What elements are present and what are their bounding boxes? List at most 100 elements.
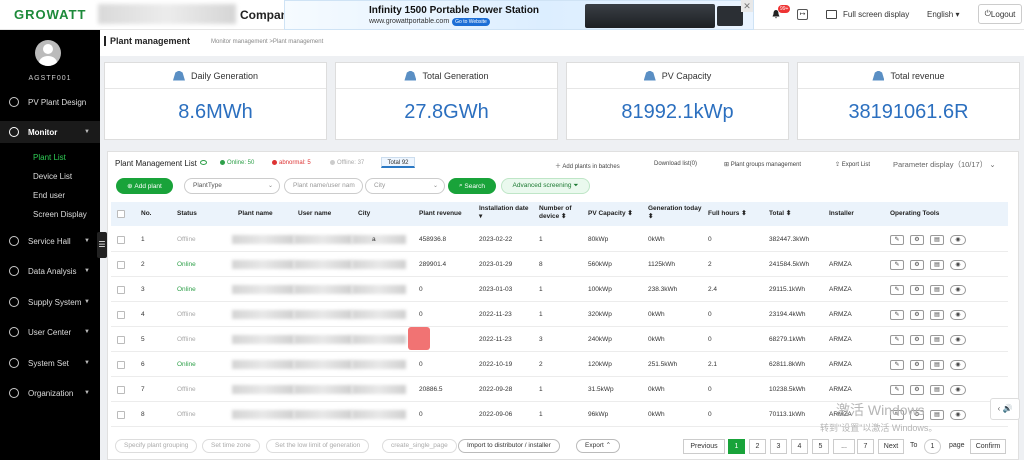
- page-4-button[interactable]: 4: [791, 439, 808, 454]
- settings-icon[interactable]: ⚙: [910, 310, 924, 320]
- set-low-limit-button[interactable]: Set the low limit of generation: [266, 439, 370, 453]
- settings-icon[interactable]: ⚙: [910, 385, 924, 395]
- page-2-button[interactable]: 2: [749, 439, 766, 454]
- col-city[interactable]: City: [358, 210, 370, 218]
- specify-grouping-button[interactable]: Specify plant grouping: [115, 439, 198, 453]
- plant-name-redacted[interactable]: [232, 260, 294, 269]
- sidebar-sub-device-list[interactable]: Device List: [33, 172, 72, 181]
- col-number-of-device[interactable]: Number of device ⬍: [539, 205, 584, 221]
- create-single-page-button[interactable]: create_single_page: [382, 439, 457, 453]
- col-plant-name[interactable]: Plant name: [238, 210, 273, 218]
- col-full-hours[interactable]: Full hours ⬍: [708, 210, 747, 218]
- document-icon[interactable]: ▤: [930, 260, 944, 270]
- view-icon[interactable]: ◉: [950, 260, 966, 270]
- sidebar-collapse-handle[interactable]: ☰: [97, 232, 107, 258]
- view-icon[interactable]: ◉: [950, 235, 966, 245]
- col-no[interactable]: No.: [141, 210, 151, 218]
- view-icon[interactable]: ◉: [950, 385, 966, 395]
- advanced-screening-button[interactable]: Advanced screening ⏷: [501, 178, 590, 194]
- edit-icon[interactable]: ✎: [890, 310, 904, 320]
- sidebar-item-service-hall[interactable]: Service Hall ▼: [0, 230, 100, 252]
- edit-icon[interactable]: ✎: [890, 260, 904, 270]
- ad-go-button[interactable]: Go to Website: [452, 18, 490, 26]
- document-icon[interactable]: ▤: [930, 335, 944, 345]
- row-checkbox[interactable]: [117, 311, 125, 319]
- col-plant-revenue[interactable]: Plant revenue: [419, 210, 462, 218]
- city-select[interactable]: City ⌄: [365, 178, 445, 194]
- fullscreen-icon[interactable]: [826, 10, 837, 19]
- select-all-checkbox[interactable]: [117, 210, 125, 218]
- row-checkbox[interactable]: [117, 361, 125, 369]
- view-icon[interactable]: ◉: [950, 410, 966, 420]
- sidebar-item-organization[interactable]: Organization ▼: [0, 382, 100, 404]
- page-7-button[interactable]: 7: [857, 439, 874, 454]
- online-count[interactable]: Online: 50: [220, 160, 254, 166]
- plant-name-redacted[interactable]: [232, 410, 294, 419]
- plant-name-redacted[interactable]: [232, 235, 294, 244]
- plant-name-redacted[interactable]: [232, 310, 294, 319]
- avatar[interactable]: [35, 40, 61, 66]
- col-installer[interactable]: Installer: [829, 210, 854, 218]
- view-icon[interactable]: ◉: [950, 285, 966, 295]
- fullscreen-button[interactable]: Full screen display: [843, 10, 909, 19]
- edit-icon[interactable]: ✎: [890, 235, 904, 245]
- settings-icon[interactable]: ⚙: [910, 335, 924, 345]
- offline-count[interactable]: Offline: 37: [330, 160, 364, 166]
- col-status[interactable]: Status: [177, 210, 197, 218]
- document-icon[interactable]: ▤: [930, 360, 944, 370]
- sidebar-item-pv-plant-design[interactable]: PV Plant Design: [0, 91, 100, 113]
- plant-groups-link[interactable]: ⊞ Plant groups management: [724, 161, 801, 168]
- edit-icon[interactable]: ✎: [890, 385, 904, 395]
- view-icon[interactable]: ◉: [950, 335, 966, 345]
- settings-icon[interactable]: ⚙: [910, 260, 924, 270]
- page-ellipsis[interactable]: ...: [833, 439, 855, 454]
- set-time-zone-button[interactable]: Set time zone: [202, 439, 260, 453]
- eye-icon[interactable]: [200, 160, 207, 165]
- sidebar-item-monitor[interactable]: Monitor ▼: [0, 121, 100, 143]
- page-number-input[interactable]: 1: [924, 439, 941, 454]
- sidebar-item-supply-system[interactable]: Supply System ▼: [0, 291, 100, 313]
- add-plants-batch-link[interactable]: ＋ Add plants in batches: [555, 161, 620, 170]
- row-checkbox[interactable]: [117, 261, 125, 269]
- document-icon[interactable]: ▤: [930, 235, 944, 245]
- add-plant-button[interactable]: ⊕ Add plant: [116, 178, 173, 194]
- col-total[interactable]: Total ⬍: [769, 210, 791, 218]
- plant-type-select[interactable]: PlantType ⌄: [184, 178, 280, 194]
- view-icon[interactable]: ◉: [950, 360, 966, 370]
- col-generation-today[interactable]: Generation today ⬍: [648, 205, 706, 221]
- ad-banner[interactable]: Infinity 1500 Portable Power Station www…: [284, 0, 754, 30]
- growatt-logo[interactable]: GROWATT: [14, 7, 86, 22]
- document-icon[interactable]: ▤: [930, 310, 944, 320]
- download-list-link[interactable]: Download list(0): [654, 161, 697, 167]
- row-checkbox[interactable]: [117, 236, 125, 244]
- parameter-display-select[interactable]: Parameter display（10/17） ⌄: [893, 159, 996, 170]
- row-checkbox[interactable]: [117, 286, 125, 294]
- document-icon[interactable]: ▤: [930, 410, 944, 420]
- exit-icon[interactable]: ↦: [797, 9, 808, 20]
- plant-name-redacted[interactable]: [232, 385, 294, 394]
- total-tab[interactable]: Total 92: [381, 157, 415, 168]
- row-checkbox[interactable]: [117, 386, 125, 394]
- sidebar-sub-plant-list[interactable]: Plant List: [33, 153, 66, 162]
- confirm-button[interactable]: Confirm: [970, 439, 1006, 454]
- next-page-button[interactable]: Next: [878, 439, 904, 454]
- speaker-icon[interactable]: ‹ 🔊: [990, 398, 1020, 420]
- previous-page-button[interactable]: Previous: [683, 439, 725, 454]
- plant-name-redacted[interactable]: [232, 360, 294, 369]
- col-pv-capacity[interactable]: PV Capacity ⬍: [588, 210, 633, 218]
- settings-icon[interactable]: ⚙: [910, 285, 924, 295]
- col-installation-date[interactable]: Installation date ▾: [479, 205, 537, 221]
- import-distributor-button[interactable]: Import to distributor / installer: [458, 439, 560, 453]
- export-list-link[interactable]: ⇪ Export List: [835, 161, 870, 168]
- page-3-button[interactable]: 3: [770, 439, 787, 454]
- sidebar-sub-screen-display[interactable]: Screen Display: [33, 210, 87, 219]
- plant-name-input[interactable]: Plant name/user nam: [284, 178, 363, 194]
- document-icon[interactable]: ▤: [930, 285, 944, 295]
- sidebar-item-system-set[interactable]: System Set ▼: [0, 352, 100, 374]
- row-checkbox[interactable]: [117, 411, 125, 419]
- col-user-name[interactable]: User name: [298, 210, 331, 218]
- edit-icon[interactable]: ✎: [890, 335, 904, 345]
- ad-close-button[interactable]: ✕: [741, 0, 753, 12]
- view-icon[interactable]: ◉: [950, 310, 966, 320]
- plant-name-redacted[interactable]: [232, 335, 294, 344]
